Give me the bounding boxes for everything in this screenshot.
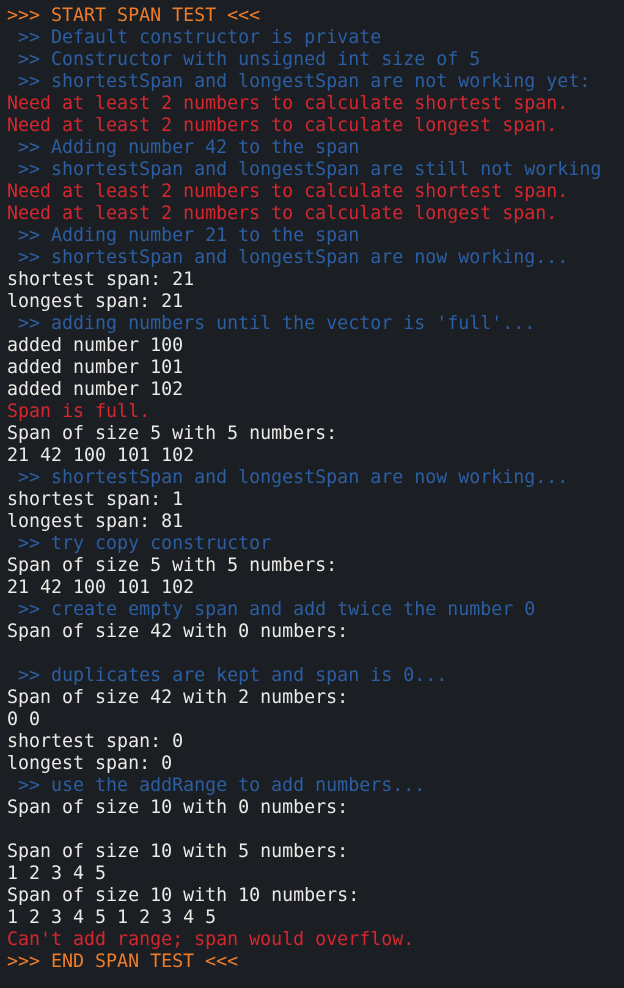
terminal-line: Span of size 5 with 5 numbers: bbox=[7, 423, 338, 444]
terminal-line: 0 0 bbox=[7, 709, 41, 730]
terminal-line: >> shortestSpan and longestSpan are not … bbox=[7, 71, 591, 92]
terminal-line: Span of size 10 with 0 numbers: bbox=[7, 797, 349, 818]
terminal-line: shortest span: 21 bbox=[7, 269, 195, 290]
terminal-line: >>> START SPAN TEST <<< bbox=[7, 5, 261, 26]
terminal-line: >> shortestSpan and longestSpan are now … bbox=[7, 247, 569, 268]
terminal-line: >> Adding number 21 to the span bbox=[7, 225, 360, 246]
terminal-line: >> duplicates are kept and span is 0... bbox=[7, 665, 448, 686]
terminal-line: >> Constructor with unsigned int size of… bbox=[7, 49, 481, 70]
terminal-line: 21 42 100 101 102 bbox=[7, 445, 195, 466]
terminal-line: Can't add range; span would overflow. bbox=[7, 929, 415, 950]
terminal-line: >> adding numbers until the vector is 'f… bbox=[7, 313, 536, 334]
terminal-line: Span is full. bbox=[7, 401, 151, 422]
terminal-line: Need at least 2 numbers to calculate lon… bbox=[7, 115, 558, 136]
terminal-line: added number 102 bbox=[7, 379, 184, 400]
terminal-line: longest span: 81 bbox=[7, 511, 184, 532]
terminal-line: >> try copy constructor bbox=[7, 533, 272, 554]
terminal-output[interactable]: >>> START SPAN TEST <<< >> Default const… bbox=[0, 5, 624, 988]
terminal-line: shortest span: 0 bbox=[7, 731, 184, 752]
terminal-line: >>> END SPAN TEST <<< bbox=[7, 951, 239, 972]
terminal-line: Span of size 42 with 2 numbers: bbox=[7, 687, 349, 708]
terminal-line: Span of size 5 with 5 numbers: bbox=[7, 555, 338, 576]
terminal-line: added number 101 bbox=[7, 357, 184, 378]
terminal-line: Span of size 10 with 10 numbers: bbox=[7, 885, 360, 906]
terminal-line: >> shortestSpan and longestSpan are now … bbox=[7, 467, 569, 488]
terminal-line: 21 42 100 101 102 bbox=[7, 577, 195, 598]
terminal-line: >> Default constructor is private bbox=[7, 27, 382, 48]
terminal-line: >> use the addRange to add numbers... bbox=[7, 775, 426, 796]
terminal-line: Need at least 2 numbers to calculate sho… bbox=[7, 181, 569, 202]
terminal-line: added number 100 bbox=[7, 335, 184, 356]
terminal-line: 1 2 3 4 5 bbox=[7, 863, 107, 884]
terminal-line: Need at least 2 numbers to calculate sho… bbox=[7, 93, 569, 114]
terminal-line: >> create empty span and add twice the n… bbox=[7, 599, 536, 620]
terminal-line: Span of size 42 with 0 numbers: bbox=[7, 621, 349, 642]
terminal-line: Need at least 2 numbers to calculate lon… bbox=[7, 203, 558, 224]
terminal-line: longest span: 21 bbox=[7, 291, 184, 312]
terminal-line: longest span: 0 bbox=[7, 753, 173, 774]
terminal-line: shortest span: 1 bbox=[7, 489, 184, 510]
terminal-line: >> shortestSpan and longestSpan are stil… bbox=[7, 159, 602, 180]
terminal-line: 1 2 3 4 5 1 2 3 4 5 bbox=[7, 907, 217, 928]
terminal-line: >> Adding number 42 to the span bbox=[7, 137, 360, 158]
terminal-line: Span of size 10 with 5 numbers: bbox=[7, 841, 349, 862]
